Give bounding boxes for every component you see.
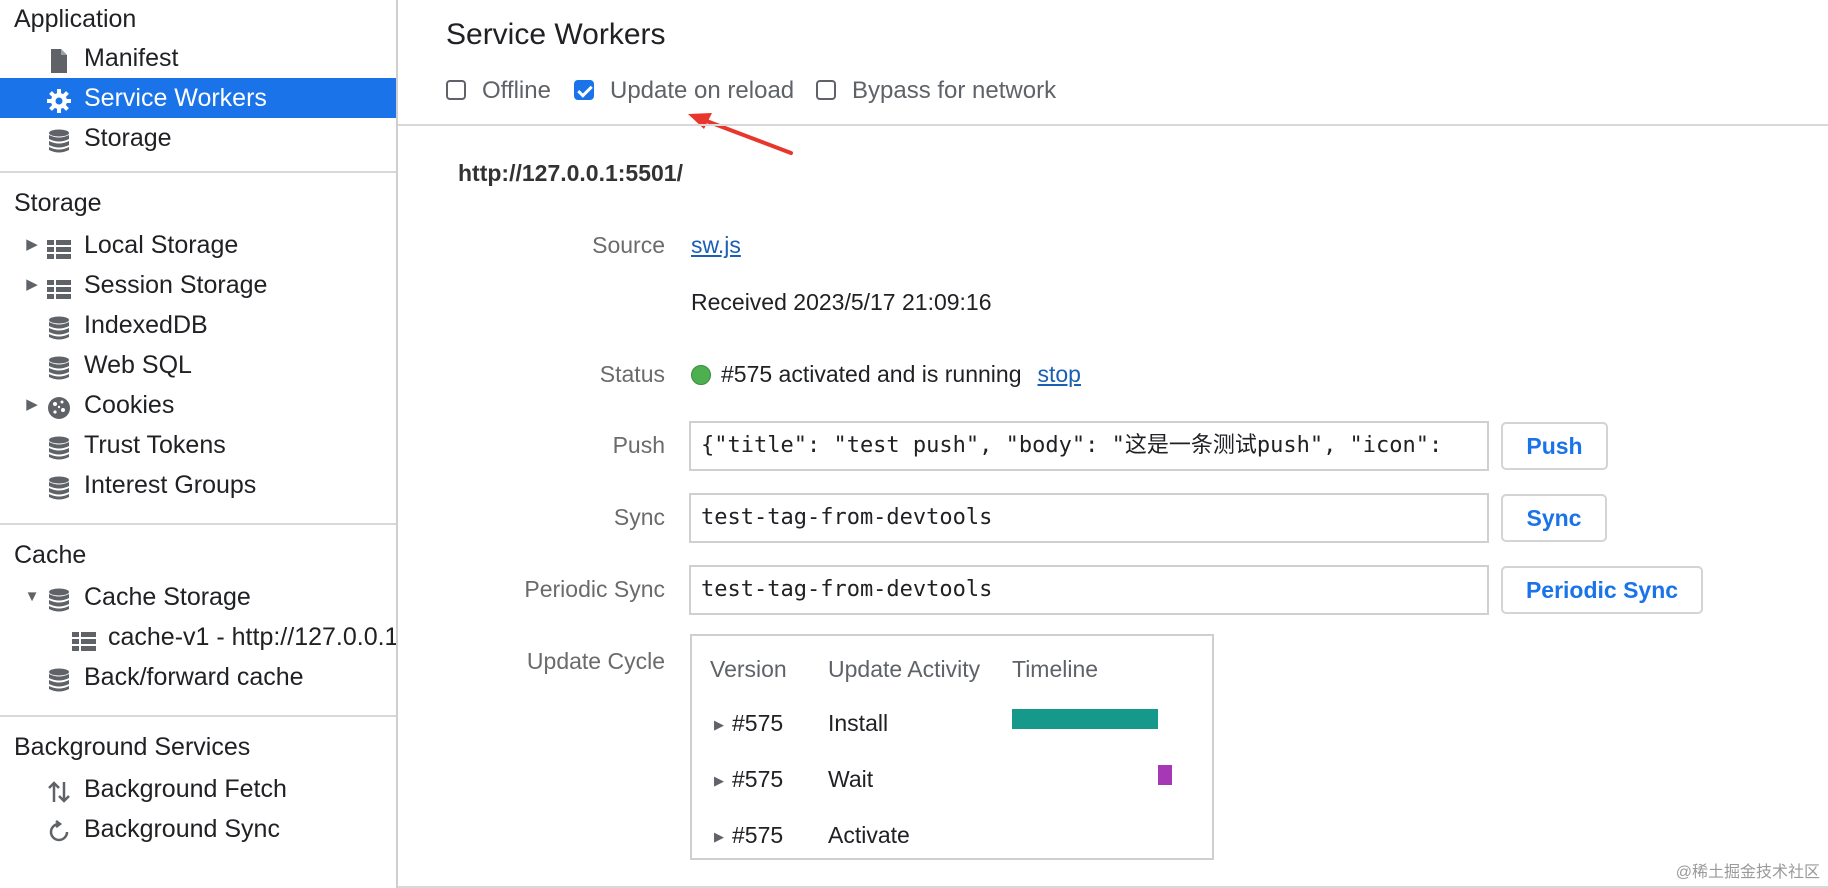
- version-cell: #575: [732, 710, 784, 736]
- sidebar: Application Manifest Service Workers Sto…: [0, 0, 398, 888]
- sidebar-divider: [0, 523, 396, 525]
- database-icon: [46, 665, 72, 692]
- sidebar-divider: [0, 171, 396, 173]
- push-button[interactable]: Push: [1501, 422, 1608, 470]
- sidebar-item-manifest[interactable]: Manifest: [0, 38, 396, 78]
- panel-title: Service Workers: [446, 18, 666, 51]
- sidebar-item-indexeddb[interactable]: IndexedDB: [0, 305, 396, 345]
- sidebar-group-cache: Cache ▼ Cache Storage cache-v1 - http://…: [0, 533, 396, 697]
- periodic-sync-input[interactable]: test-tag-from-devtools: [689, 565, 1489, 615]
- source-link[interactable]: sw.js: [691, 232, 741, 258]
- update-cycle-table: Version Update Activity Timeline ▶ #575 …: [690, 634, 1214, 860]
- received-time: Received 2023/5/17 21:09:16: [691, 289, 992, 315]
- sidebar-group-storage: Storage ▶ Local Storage ▶ Session Storag…: [0, 181, 396, 505]
- database-icon: [46, 433, 72, 460]
- watermark: @稀土掘金技术社区: [1675, 864, 1820, 881]
- checkbox-box[interactable]: [816, 80, 836, 100]
- periodic-sync-button[interactable]: Periodic Sync: [1501, 566, 1703, 614]
- table-icon: [71, 625, 97, 651]
- header-divider: [398, 124, 1828, 126]
- checkbox-box-checked[interactable]: [574, 80, 594, 100]
- sidebar-item-back-forward-cache[interactable]: Back/forward cache: [0, 657, 396, 697]
- up-down-arrows-icon: [46, 777, 72, 803]
- status-text: #575 activated and is running: [721, 361, 1022, 387]
- install-timeline-bar: [1012, 709, 1158, 729]
- row-expand-arrow-icon[interactable]: ▶: [714, 717, 724, 733]
- database-icon: [46, 353, 72, 380]
- sidebar-item-cookies[interactable]: ▶ Cookies: [0, 385, 396, 425]
- document-icon: [46, 46, 72, 73]
- sidebar-item-background-sync[interactable]: Background Sync: [0, 809, 396, 849]
- sidebar-item-cache-storage[interactable]: ▼ Cache Storage: [0, 577, 396, 617]
- periodic-sync-label: Periodic Sync: [524, 576, 665, 602]
- sidebar-group-background-services: Background Services Background Fetch Bac…: [0, 725, 396, 849]
- sidebar-item-service-workers[interactable]: Service Workers: [0, 78, 396, 118]
- activity-cell: Install: [828, 710, 889, 736]
- collapse-arrow-icon[interactable]: ▼: [24, 577, 40, 617]
- sidebar-item-storage[interactable]: Storage: [0, 118, 396, 158]
- version-cell: #575: [732, 766, 784, 792]
- activity-cell: Activate: [828, 822, 910, 848]
- row-expand-arrow-icon[interactable]: ▶: [714, 773, 724, 789]
- header-update-activity: Update Activity: [828, 656, 981, 682]
- sync-label: Sync: [613, 504, 665, 530]
- push-label: Push: [612, 432, 665, 458]
- expand-arrow-icon[interactable]: ▶: [24, 265, 40, 305]
- sidebar-item-session-storage[interactable]: ▶ Session Storage: [0, 265, 396, 305]
- database-icon: [46, 126, 72, 153]
- gear-icon: [46, 86, 72, 113]
- version-cell: #575: [732, 822, 784, 848]
- status-row: #575 activated and is running stop: [691, 361, 1081, 388]
- sidebar-item-web-sql[interactable]: Web SQL: [0, 345, 396, 385]
- sidebar-divider: [0, 715, 396, 717]
- header-version: Version: [710, 656, 787, 682]
- sync-icon: [46, 817, 72, 842]
- sync-button[interactable]: Sync: [1501, 494, 1607, 542]
- expand-arrow-icon[interactable]: ▶: [24, 225, 40, 265]
- annotation-arrow-icon: [688, 113, 793, 155]
- group-title-storage: Storage: [14, 189, 102, 217]
- source-label: Source: [592, 232, 665, 258]
- status-label: Status: [599, 361, 665, 387]
- sidebar-item-local-storage[interactable]: ▶ Local Storage: [0, 225, 396, 265]
- sidebar-item-cache-v1[interactable]: cache-v1 - http://127.0.0.1:5501: [0, 617, 396, 657]
- activity-cell: Wait: [828, 766, 874, 792]
- sidebar-group-application: Application Manifest Service Workers Sto…: [0, 4, 396, 158]
- group-title-background-services: Background Services: [14, 733, 251, 761]
- checkbox-box[interactable]: [446, 80, 466, 100]
- database-icon: [46, 585, 72, 612]
- sidebar-item-interest-groups[interactable]: Interest Groups: [0, 465, 396, 505]
- group-title-application: Application: [14, 5, 137, 33]
- sidebar-item-background-fetch[interactable]: Background Fetch: [0, 769, 396, 809]
- table-icon: [46, 233, 72, 259]
- database-icon: [46, 313, 72, 340]
- push-input[interactable]: {"title": "test push", "body": "这是一条测试pu…: [689, 421, 1489, 471]
- worker-scope-url: http://127.0.0.1:5501/: [458, 160, 683, 186]
- sidebar-item-trust-tokens[interactable]: Trust Tokens: [0, 425, 396, 465]
- expand-arrow-icon[interactable]: ▶: [24, 385, 40, 425]
- source-row: sw.js: [691, 232, 741, 259]
- group-title-cache: Cache: [14, 541, 87, 569]
- wait-timeline-bar: [1158, 765, 1172, 785]
- header-timeline: Timeline: [1012, 656, 1099, 682]
- cookie-icon: [46, 393, 72, 419]
- update-cycle-label: Update Cycle: [526, 648, 665, 674]
- service-workers-panel: Service Workers Offline Update on reload…: [398, 0, 1828, 888]
- stop-link[interactable]: stop: [1038, 361, 1081, 387]
- table-icon: [46, 273, 72, 299]
- row-expand-arrow-icon[interactable]: ▶: [714, 829, 724, 845]
- database-icon: [46, 473, 72, 500]
- status-dot: [691, 365, 711, 385]
- sync-input[interactable]: test-tag-from-devtools: [689, 493, 1489, 543]
